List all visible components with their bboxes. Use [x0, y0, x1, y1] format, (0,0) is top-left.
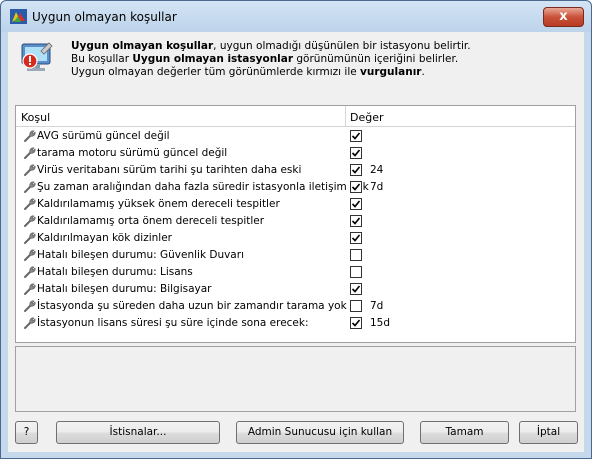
description-text: Uygun olmayan koşullar, uygun olmadığı d…: [71, 40, 576, 79]
wrench-icon: [23, 214, 36, 228]
condition-checkbox[interactable]: [350, 283, 362, 295]
wrench-icon: [23, 163, 36, 177]
grid-rows: AVG sürümü güncel değil tarama motoru sür…: [16, 128, 575, 332]
close-button[interactable]: x: [543, 7, 584, 27]
title-bar[interactable]: Uygun olmayan koşullar x: [1, 1, 591, 32]
condition-checkbox[interactable]: [350, 232, 362, 244]
wrench-icon: [23, 265, 36, 279]
table-row[interactable]: İstasyonun lisans süresi şu süre içinde …: [16, 315, 575, 332]
condition-value[interactable]: 7d: [370, 300, 383, 312]
exceptions-button[interactable]: İstisnalar...: [56, 421, 220, 444]
desc-line2-pre: Bu koşullar: [71, 53, 133, 65]
condition-label: Kaldırılamamış yüksek önem dereceli tesp…: [37, 198, 280, 210]
condition-checkbox[interactable]: [350, 266, 362, 278]
condition-label: Şu zaman aralığından daha fazla süredir …: [37, 181, 369, 193]
table-row[interactable]: Kaldırılmayan kök dizinler: [16, 230, 575, 247]
wrench-icon: [23, 248, 36, 262]
use-admin-server-button[interactable]: Admin Sunucusu için kullan: [236, 421, 404, 444]
condition-checkbox[interactable]: [350, 130, 362, 142]
window-title: Uygun olmayan koşullar: [32, 10, 177, 24]
condition-checkbox[interactable]: [350, 249, 362, 261]
column-separator[interactable]: [345, 106, 346, 127]
condition-label: Kaldırılmayan kök dizinler: [37, 232, 172, 244]
table-row[interactable]: tarama motoru sürümü güncel değil: [16, 145, 575, 162]
table-row[interactable]: Hatalı bileşen durumu: Güvenlik Duvarı: [16, 247, 575, 264]
table-row[interactable]: Virüs veritabanı sürüm tarihi şu tarihte…: [16, 162, 575, 179]
condition-checkbox[interactable]: [350, 181, 362, 193]
desc-line2-rest: görünümünün içeriğini belirler.: [293, 53, 459, 65]
close-icon: x: [559, 9, 568, 24]
ok-button[interactable]: Tamam: [420, 421, 509, 444]
desc-line1-rest: , uygun olmadığı düşünülen bir istasyonu…: [213, 40, 471, 52]
help-button[interactable]: ?: [15, 421, 38, 444]
table-row[interactable]: Şu zaman aralığından daha fazla süredir …: [16, 179, 575, 196]
table-row[interactable]: Hatalı bileşen durumu: Bilgisayar: [16, 281, 575, 298]
condition-checkbox[interactable]: [350, 300, 362, 312]
wrench-icon: [23, 231, 36, 245]
table-row[interactable]: Kaldırılamamış orta önem dereceli tespit…: [16, 213, 575, 230]
condition-label: İstasyonun lisans süresi şu süre içinde …: [37, 317, 309, 329]
dialog-window: Uygun olmayan koşullar x Uygun olmayan k…: [0, 0, 592, 459]
condition-label: Hatalı bileşen durumu: Bilgisayar: [37, 283, 212, 295]
table-row[interactable]: AVG sürümü güncel değil: [16, 128, 575, 145]
column-header-condition[interactable]: Koşul: [21, 111, 50, 124]
desc-line3-rest: .: [421, 66, 425, 78]
desc-line3-pre: Uygun olmayan değerler tüm görünümlerde …: [71, 66, 361, 78]
wrench-icon: [23, 146, 36, 160]
cancel-button[interactable]: İptal: [519, 421, 578, 444]
conditions-grid[interactable]: Koşul Değer AVG sürümü güncel değil taram…: [15, 105, 576, 343]
computer-warning-icon: [21, 42, 53, 71]
condition-checkbox[interactable]: [350, 164, 362, 176]
wrench-icon: [23, 129, 36, 143]
wrench-icon: [23, 299, 36, 313]
desc-line3-bold: vurgulanır: [360, 66, 422, 78]
condition-label: Hatalı bileşen durumu: Lisans: [37, 266, 193, 278]
condition-checkbox[interactable]: [350, 215, 362, 227]
wrench-icon: [23, 316, 36, 330]
wrench-icon: [23, 180, 36, 194]
condition-checkbox[interactable]: [350, 147, 362, 159]
condition-label: tarama motoru sürümü güncel değil: [37, 147, 228, 159]
condition-checkbox[interactable]: [350, 317, 362, 329]
condition-checkbox[interactable]: [350, 198, 362, 210]
condition-label: İstasyonda şu süreden daha uzun bir zama…: [37, 300, 347, 312]
grid-header: Koşul Değer: [16, 106, 575, 127]
condition-value[interactable]: 7d: [370, 181, 383, 193]
table-row[interactable]: İstasyonda şu süreden daha uzun bir zama…: [16, 298, 575, 315]
condition-label: Virüs veritabanı sürüm tarihi şu tarihte…: [37, 164, 302, 176]
desc-line2-bold: Uygun olmayan istasyonlar: [132, 53, 294, 65]
table-row[interactable]: Hatalı bileşen durumu: Lisans: [16, 264, 575, 281]
dialog-content: Uygun olmayan koşullar, uygun olmadığı d…: [8, 32, 584, 452]
condition-label: Hatalı bileşen durumu: Güvenlik Duvarı: [37, 249, 244, 261]
header-panel: Uygun olmayan koşullar, uygun olmadığı d…: [8, 32, 584, 94]
desc-line1-bold: Uygun olmayan koşullar: [71, 40, 214, 52]
condition-value[interactable]: 15d: [370, 317, 390, 329]
wrench-icon: [23, 197, 36, 211]
condition-label: Kaldırılamamış orta önem dereceli tespit…: [37, 215, 265, 227]
details-panel: [15, 346, 576, 412]
condition-value[interactable]: 24: [370, 164, 383, 176]
column-header-value[interactable]: Değer: [350, 111, 384, 124]
wrench-icon: [23, 282, 36, 296]
condition-label: AVG sürümü güncel değil: [37, 130, 170, 142]
table-row[interactable]: Kaldırılamamış yüksek önem dereceli tesp…: [16, 196, 575, 213]
avg-logo-icon: [10, 9, 27, 24]
